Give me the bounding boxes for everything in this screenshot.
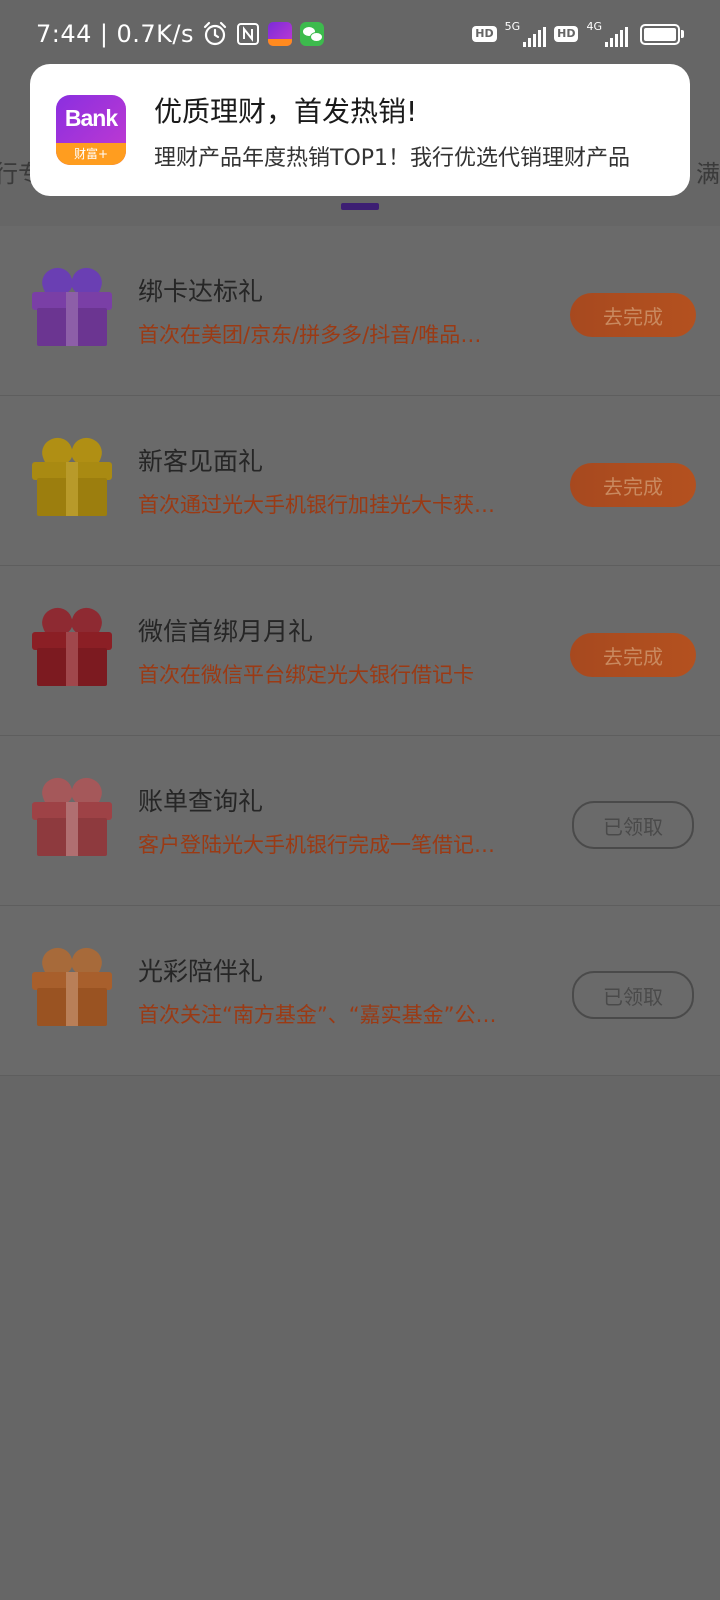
task-description: 首次通过光大手机银行加挂光大卡获赠好礼: [138, 493, 498, 517]
clock: 7:44: [36, 20, 92, 48]
wechat-icon: [300, 22, 324, 46]
status-bar-left: 7:44 | 0.7K/s: [36, 18, 324, 50]
task-title: 微信首绑月月礼: [138, 617, 314, 646]
task-title: 光彩陪伴礼: [138, 957, 264, 986]
network-type-sim2: 4G: [586, 20, 602, 33]
task-list: 绑卡达标礼 首次在美团/京东/拼多多/抖音/唯品会绑卡 去完成 新客见面礼 首次…: [0, 226, 720, 1076]
list-item: 新客见面礼 首次通过光大手机银行加挂光大卡获赠好礼 去完成: [0, 396, 720, 566]
status-bar: 7:44 | 0.7K/s HD 5G HD 4G: [0, 0, 720, 68]
pink-gift-icon: [32, 773, 112, 858]
bank-app-icon: Bank 财富+: [56, 95, 126, 165]
task-title: 新客见面礼: [138, 447, 264, 476]
tab-active-indicator: [341, 203, 379, 210]
network-type-sim1: 5G: [504, 20, 521, 33]
task-description: 客户登陆光大手机银行完成一笔借记卡账单查询: [138, 833, 498, 857]
list-item: 绑卡达标礼 首次在美团/京东/拼多多/抖音/唯品会绑卡 去完成: [0, 226, 720, 396]
purple-gift-icon: [32, 263, 112, 348]
notification-body: 理财产品年度热销TOP1！我行优选代销理财产品: [154, 146, 631, 171]
bank-app-icon: [268, 22, 292, 46]
hd-badge-sim2: HD: [554, 26, 579, 42]
hd-badge-sim1: HD: [472, 26, 497, 42]
complete-task-button[interactable]: 去完成: [570, 463, 696, 507]
signal-bars-icon: [605, 27, 628, 47]
task-description: 首次在美团/京东/拼多多/抖音/唯品会绑卡: [138, 323, 498, 347]
claimed-button[interactable]: 已领取: [572, 801, 694, 849]
status-separator: |: [99, 20, 109, 48]
task-title: 绑卡达标礼: [138, 277, 264, 306]
push-notification[interactable]: Bank 财富+ 优质理财，首发热销! 理财产品年度热销TOP1！我行优选代销理…: [30, 64, 690, 196]
tab-partial-right[interactable]: 满: [696, 154, 720, 189]
list-item: 微信首绑月月礼 首次在微信平台绑定光大银行借记卡 去完成: [0, 566, 720, 736]
signal-sim1: 5G: [505, 21, 547, 47]
status-bar-right: HD 5G HD 4G: [472, 20, 684, 48]
gold-gift-icon: [32, 433, 112, 518]
task-description: 首次在微信平台绑定光大银行借记卡: [138, 663, 474, 687]
complete-task-button[interactable]: 去完成: [570, 633, 696, 677]
notification-title: 优质理财，首发热销!: [154, 95, 418, 128]
app-icon-brand: Bank: [64, 105, 118, 131]
alarm-icon: [202, 21, 228, 47]
red-gift-icon: [32, 603, 112, 688]
list-item: 光彩陪伴礼 首次关注“南方基金”、“嘉实基金”公众号 已领取: [0, 906, 720, 1076]
network-speed: 0.7K/s: [116, 20, 194, 48]
orange-gift-icon: [32, 943, 112, 1028]
nfc-icon: [236, 22, 260, 46]
task-title: 账单查询礼: [138, 787, 264, 816]
list-item: 账单查询礼 客户登陆光大手机银行完成一笔借记卡账单查询 已领取: [0, 736, 720, 906]
app-icon-subtitle: 财富+: [56, 143, 126, 165]
claimed-button[interactable]: 已领取: [572, 971, 694, 1019]
complete-task-button[interactable]: 去完成: [570, 293, 696, 337]
battery-icon: [640, 23, 684, 45]
task-description: 首次关注“南方基金”、“嘉实基金”公众号: [138, 1003, 498, 1027]
signal-bars-icon: [523, 27, 547, 47]
signal-sim2: 4G: [586, 21, 628, 47]
